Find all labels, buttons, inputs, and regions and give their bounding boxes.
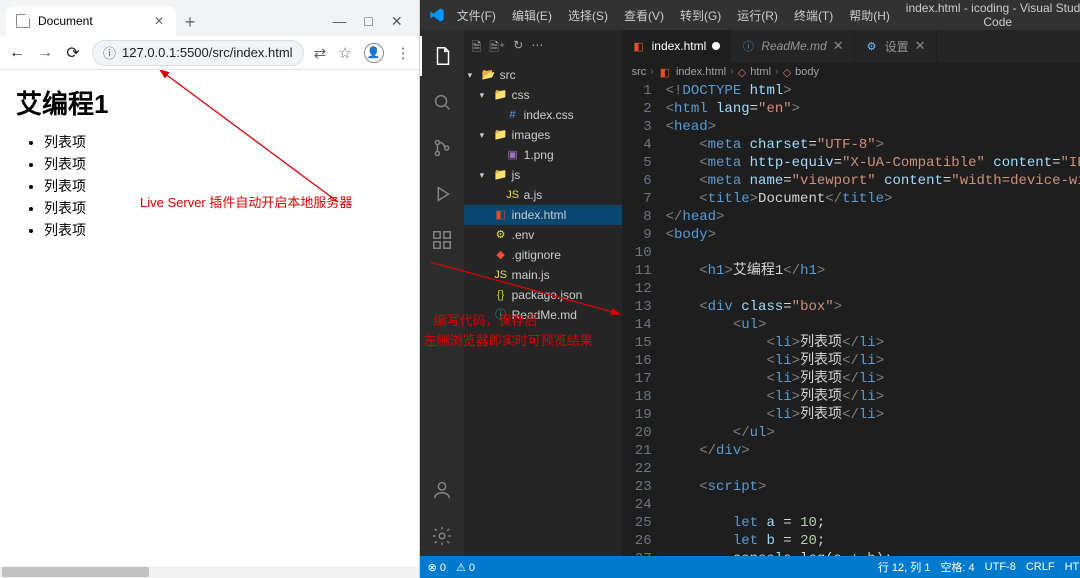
- tree-file[interactable]: ⚙.env: [464, 225, 622, 245]
- menu-file[interactable]: 文件(F): [450, 3, 503, 28]
- tree-folder[interactable]: ▾📁images: [464, 125, 622, 145]
- list-item: 列表项: [44, 219, 403, 241]
- status-eol[interactable]: CRLF: [1026, 561, 1055, 573]
- line-gutter: 1234567891011121314151617181920212223242…: [622, 82, 666, 556]
- menu-terminal[interactable]: 终端(T): [787, 3, 840, 28]
- sidebar-explorer: 🗎 🗎⁺ ↻ ⋯ ▾📂src▾📁css#index.css▾📁images▣1.…: [464, 30, 622, 556]
- tree-file[interactable]: #index.css: [464, 105, 622, 125]
- tree-file[interactable]: JSmain.js: [464, 265, 622, 285]
- page-list: 列表项 列表项 列表项 列表项 列表项: [16, 131, 403, 241]
- menu-view[interactable]: 查看(V): [617, 3, 671, 28]
- document-icon: [16, 14, 30, 28]
- tab-close-icon[interactable]: ✕: [833, 38, 844, 54]
- vscode-logo-icon: [428, 6, 446, 24]
- status-indent[interactable]: 空格: 4: [940, 559, 974, 575]
- url-text: 127.0.0.1:5500/src/index.html: [122, 45, 293, 60]
- status-errors[interactable]: ⊗ 0: [428, 561, 446, 574]
- settings-gear-icon[interactable]: [420, 516, 464, 556]
- breadcrumb-item[interactable]: html: [750, 66, 771, 78]
- menu-run[interactable]: 运行(R): [730, 3, 785, 28]
- annotation-left: Live Server 插件自动开启本地服务器: [140, 192, 352, 211]
- breadcrumb-item[interactable]: index.html: [676, 66, 726, 78]
- forward-button[interactable]: →: [36, 44, 54, 62]
- editor-tab[interactable]: ⓘReadMe.md✕: [731, 30, 854, 62]
- code-editor[interactable]: 1234567891011121314151617181920212223242…: [622, 82, 1080, 556]
- tree-file[interactable]: ▣1.png: [464, 145, 622, 165]
- user-icon[interactable]: 👤: [364, 43, 384, 63]
- source-control-icon[interactable]: [420, 128, 464, 168]
- html-icon: ◧: [658, 65, 672, 79]
- annotation-code-2: 左侧浏览器即实时可预览结果: [424, 330, 593, 349]
- status-position[interactable]: 行 12, 列 1: [878, 559, 931, 575]
- tree-file[interactable]: JSa.js: [464, 185, 622, 205]
- list-item: 列表项: [44, 153, 403, 175]
- browser-window: Document ✕ + — □ ✕ ← → ⟳ ⓘ 127.0.0.1:550…: [0, 0, 420, 578]
- modified-dot-icon: [712, 42, 720, 50]
- tab-title: Document: [38, 14, 93, 28]
- annotation-code-1: 编写代码，保存后: [434, 310, 538, 329]
- site-info-icon[interactable]: ⓘ: [103, 43, 116, 62]
- sidebar-action-icon[interactable]: ↻: [513, 38, 523, 59]
- tree-file[interactable]: {}package.json: [464, 285, 622, 305]
- account-icon[interactable]: [420, 470, 464, 510]
- tree-file[interactable]: ◧index.html: [464, 205, 622, 225]
- tab-close-icon[interactable]: ✕: [915, 38, 926, 54]
- editor-tab[interactable]: ◧index.html: [622, 30, 732, 62]
- menu-bar: 文件(F) 编辑(E) 选择(S) 查看(V) 转到(G) 运行(R) 终端(T…: [450, 3, 897, 28]
- browser-tab[interactable]: Document ✕: [6, 6, 176, 36]
- vscode-window: 文件(F) 编辑(E) 选择(S) 查看(V) 转到(G) 运行(R) 终端(T…: [420, 0, 1080, 578]
- status-encoding[interactable]: UTF-8: [985, 561, 1016, 573]
- window-min-button[interactable]: —: [332, 13, 346, 30]
- extensions-icon[interactable]: [420, 220, 464, 260]
- breadcrumb[interactable]: src › ◧ index.html › ◇ html › ◇ body: [622, 62, 1080, 82]
- status-warnings[interactable]: ⚠ 0: [456, 561, 475, 574]
- list-item: 列表项: [44, 131, 403, 153]
- explorer-icon[interactable]: [420, 36, 464, 76]
- tree-file[interactable]: ◆.gitignore: [464, 245, 622, 265]
- breadcrumb-item[interactable]: src: [632, 66, 647, 78]
- sidebar-action-icon[interactable]: 🗎⁺: [489, 38, 505, 59]
- tree-folder[interactable]: ▾📁css: [464, 85, 622, 105]
- status-language[interactable]: HTML: [1065, 561, 1080, 573]
- run-debug-icon[interactable]: [420, 174, 464, 214]
- address-bar[interactable]: ⓘ 127.0.0.1:5500/src/index.html: [92, 40, 304, 66]
- editor-area: ◧index.htmlⓘReadMe.md✕⚙设置✕ src › ◧ index…: [622, 30, 1080, 556]
- menu-help[interactable]: 帮助(H): [842, 3, 897, 28]
- window-close-button[interactable]: ✕: [391, 13, 403, 30]
- file-tree: ▾📂src▾📁css#index.css▾📁images▣1.png▾📁jsJS…: [464, 63, 622, 327]
- tag-icon: ◇: [783, 66, 791, 79]
- code-content[interactable]: <!DOCTYPE html><html lang="en"><head> <m…: [666, 82, 1080, 556]
- reload-button[interactable]: ⟳: [64, 43, 82, 63]
- browser-titlebar: Document ✕ + — □ ✕: [0, 0, 419, 36]
- sidebar-action-icon[interactable]: 🗎: [472, 38, 482, 59]
- menu-select[interactable]: 选择(S): [561, 3, 615, 28]
- window-max-button[interactable]: □: [364, 13, 372, 30]
- browser-toolbar: ← → ⟳ ⓘ 127.0.0.1:5500/src/index.html ⇄ …: [0, 36, 419, 70]
- tree-folder[interactable]: ▾📂src: [464, 65, 622, 85]
- window-controls: — □ ✕: [332, 13, 412, 36]
- menu-go[interactable]: 转到(G): [673, 3, 728, 28]
- page-content: 艾编程1 列表项 列表项 列表项 列表项 列表项 Live Server 插件自…: [0, 70, 419, 566]
- browser-scrollbar[interactable]: [0, 566, 419, 578]
- translate-icon[interactable]: ⇄: [314, 44, 327, 62]
- new-tab-button[interactable]: +: [176, 8, 204, 36]
- vscode-title: index.html - icoding - Visual Studio Cod…: [901, 1, 1080, 29]
- vscode-titlebar: 文件(F) 编辑(E) 选择(S) 查看(V) 转到(G) 运行(R) 终端(T…: [420, 0, 1080, 30]
- sidebar-action-icon[interactable]: ⋯: [531, 38, 543, 59]
- back-button[interactable]: ←: [8, 44, 26, 62]
- search-icon[interactable]: [420, 82, 464, 122]
- tree-folder[interactable]: ▾📁js: [464, 165, 622, 185]
- browser-menu-icon[interactable]: ⋮: [396, 44, 411, 62]
- bookmark-icon[interactable]: ☆: [338, 44, 351, 62]
- breadcrumb-item[interactable]: body: [795, 66, 819, 78]
- status-bar: ⊗ 0 ⚠ 0 行 12, 列 1 空格: 4 UTF-8 CRLF HTML: [420, 556, 1080, 578]
- activity-bar: [420, 30, 464, 556]
- tab-close-icon[interactable]: ✕: [152, 14, 166, 28]
- editor-tabs: ◧index.htmlⓘReadMe.md✕⚙设置✕: [622, 30, 1080, 62]
- menu-edit[interactable]: 编辑(E): [505, 3, 559, 28]
- page-heading: 艾编程1: [16, 84, 403, 121]
- tag-icon: ◇: [738, 66, 746, 79]
- editor-tab[interactable]: ⚙设置✕: [855, 30, 937, 62]
